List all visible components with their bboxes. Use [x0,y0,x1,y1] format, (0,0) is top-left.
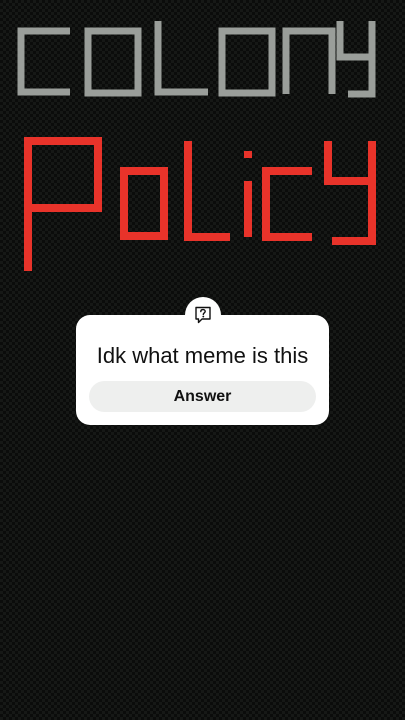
question-bubble-icon [184,297,221,333]
title-art [0,0,405,280]
title-line-2 [24,137,376,271]
question-text: Idk what meme is this [96,343,309,368]
title-line-1-letters [17,21,376,98]
question-sticker: Idk what meme is this Answer [76,297,329,425]
title-line-1 [17,21,376,98]
title-art-svg [17,21,376,271]
answer-button[interactable]: Answer [89,381,316,412]
